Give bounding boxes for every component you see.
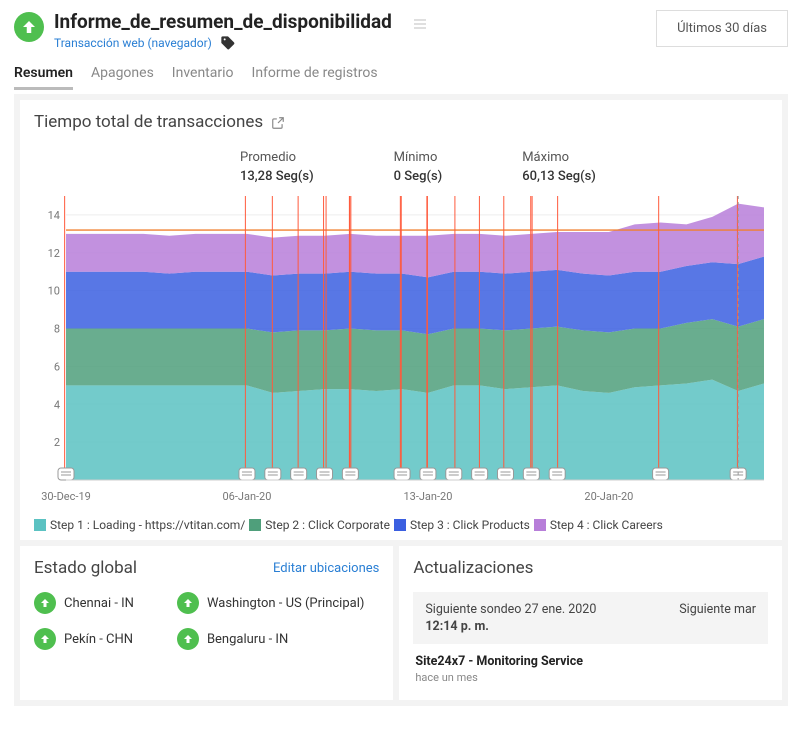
- chart-legend: Step 1 : Loading - https://vtitan.com/St…: [34, 518, 768, 532]
- status-up-icon: [14, 12, 44, 42]
- stat-max: Máximo 60,13 Seg(s): [522, 150, 596, 184]
- legend-swatch: [534, 519, 546, 531]
- svg-text:2: 2: [54, 436, 60, 449]
- svg-text:20-Jan-20: 20-Jan-20: [584, 490, 633, 503]
- updates-title: Actualizaciones: [413, 558, 533, 578]
- stat-max-label: Máximo: [522, 150, 596, 165]
- svg-text:4: 4: [54, 398, 60, 411]
- stat-min-value: 0 Seg(s): [394, 169, 443, 184]
- stat-avg-label: Promedio: [240, 150, 314, 165]
- status-up-icon: [34, 592, 56, 614]
- stat-min-label: Mínimo: [394, 150, 443, 165]
- location-item[interactable]: Bengaluru - IN: [177, 628, 379, 650]
- status-up-icon: [34, 628, 56, 650]
- page-title: Informe_de_resumen_de_disponibilidad: [54, 10, 392, 33]
- legend-label: Step 2 : Click Corporate: [265, 518, 390, 532]
- legend-label: Step 4 : Click Careers: [550, 518, 663, 532]
- next-poll-box: Siguiente sondeo 27 ene. 2020 12:14 p. m…: [413, 592, 768, 644]
- stat-max-value: 60,13 Seg(s): [522, 169, 596, 184]
- monitor-type-link[interactable]: Transacción web (navegador): [54, 36, 212, 50]
- global-status-card: Estado global Editar ubicaciones Chennai…: [20, 546, 393, 700]
- tag-icon[interactable]: [220, 35, 236, 51]
- svg-text:13-Jan-20: 13-Jan-20: [403, 490, 452, 503]
- svg-text:12: 12: [48, 247, 60, 260]
- area-chart[interactable]: 2 4 6 8 10 12 14 30-Dec-19 06-Jan-20 13-Jan-20 20-…: [34, 192, 768, 512]
- legend-label: Step 3 : Click Products: [410, 518, 530, 532]
- svg-text:8: 8: [54, 323, 60, 336]
- location-item[interactable]: Washington - US (Principal): [177, 592, 379, 614]
- stat-avg-value: 13,28 Seg(s): [240, 169, 314, 184]
- tab-informe-de-registros[interactable]: Informe de registros: [252, 65, 378, 90]
- svg-text:10: 10: [48, 285, 60, 298]
- stat-min: Mínimo 0 Seg(s): [394, 150, 443, 184]
- tab-resumen[interactable]: Resumen: [14, 65, 73, 90]
- svg-text:06-Jan-20: 06-Jan-20: [222, 490, 271, 503]
- transaction-time-card: Tiempo total de transacciones Promedio 1…: [20, 100, 782, 540]
- legend-item[interactable]: Step 3 : Click Products: [394, 518, 530, 532]
- location-name: Pekín - CHN: [64, 632, 133, 647]
- popout-icon[interactable]: [271, 115, 285, 129]
- legend-swatch: [394, 519, 406, 531]
- stat-avg: Promedio 13,28 Seg(s): [240, 150, 314, 184]
- legend-swatch: [249, 519, 261, 531]
- update-entry[interactable]: Site24x7 - Monitoring Servicehace un mes: [413, 654, 768, 684]
- tab-bar: Resumen Apagones Inventario Informe de regi…: [14, 65, 788, 90]
- legend-swatch: [34, 519, 46, 531]
- svg-text:30-Dec-19: 30-Dec-19: [41, 490, 91, 503]
- location-name: Washington - US (Principal): [207, 596, 364, 611]
- location-name: Bengaluru - IN: [207, 632, 288, 647]
- next-poll-label: Siguiente sondeo: [425, 602, 521, 617]
- tab-apagones[interactable]: Apagones: [91, 65, 154, 90]
- legend-item[interactable]: Step 1 : Loading - https://vtitan.com/: [34, 518, 245, 532]
- global-status-title: Estado global: [34, 558, 137, 578]
- location-item[interactable]: Chennai - IN: [34, 592, 169, 614]
- next-right-label: Siguiente mar: [679, 602, 756, 634]
- location-item[interactable]: Pekín - CHN: [34, 628, 169, 650]
- tab-inventario[interactable]: Inventario: [172, 65, 234, 90]
- edit-locations-link[interactable]: Editar ubicaciones: [273, 561, 379, 576]
- date-range-selector[interactable]: Últimos 30 días: [656, 10, 788, 47]
- legend-label: Step 1 : Loading - https://vtitan.com/: [50, 518, 245, 532]
- legend-item[interactable]: Step 4 : Click Careers: [534, 518, 663, 532]
- svg-text:6: 6: [54, 360, 60, 373]
- status-up-icon: [177, 628, 199, 650]
- location-name: Chennai - IN: [64, 596, 134, 611]
- status-up-icon: [177, 592, 199, 614]
- hamburger-icon[interactable]: [412, 16, 428, 36]
- card-title: Tiempo total de transacciones: [34, 112, 263, 132]
- legend-item[interactable]: Step 2 : Click Corporate: [249, 518, 390, 532]
- next-poll-date: 27 ene. 2020: [525, 602, 597, 617]
- updates-card: Actualizaciones Siguiente sondeo 27 ene.…: [399, 546, 782, 700]
- svg-text:14: 14: [48, 209, 60, 222]
- next-poll-time: 12:14 p. m.: [425, 619, 596, 634]
